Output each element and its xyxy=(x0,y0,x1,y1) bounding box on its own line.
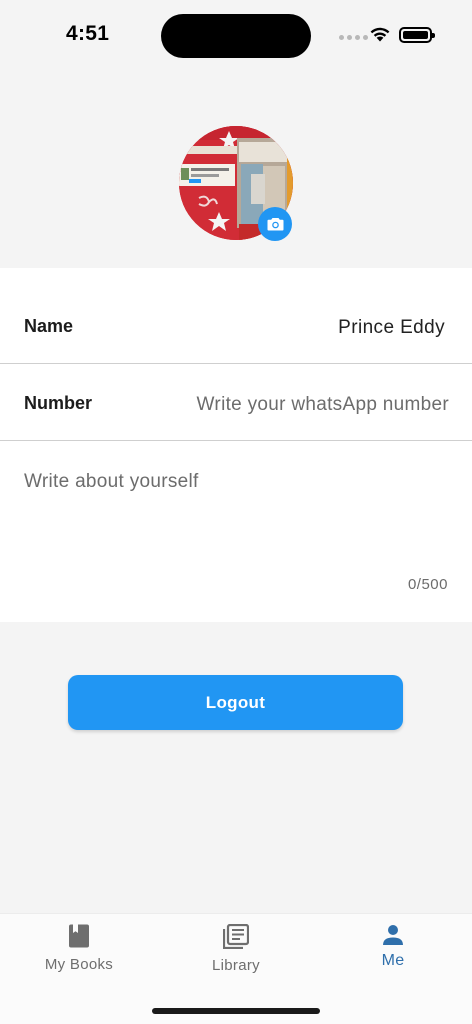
dynamic-island xyxy=(161,14,311,58)
home-indicator[interactable] xyxy=(152,1008,320,1014)
logout-button[interactable]: Logout xyxy=(68,675,403,730)
nav-item-me[interactable]: Me xyxy=(338,924,448,970)
camera-icon xyxy=(267,218,283,231)
change-photo-button[interactable] xyxy=(258,207,292,241)
whatsapp-number-input[interactable]: Write your whatsApp number xyxy=(197,394,449,416)
about-textarea[interactable]: Write about yourself xyxy=(24,471,199,493)
cellular-signal-icon xyxy=(339,35,368,40)
library-icon xyxy=(223,924,249,949)
nav-label-library: Library xyxy=(212,957,260,974)
character-counter: 0/500 xyxy=(407,576,448,593)
nav-item-library[interactable]: Library xyxy=(181,924,291,974)
status-bar: 4:51 xyxy=(0,0,472,72)
book-icon xyxy=(69,924,89,948)
number-label: Number xyxy=(24,393,93,413)
nav-label-me: Me xyxy=(381,952,405,969)
name-field[interactable]: Prince Eddy xyxy=(338,317,445,339)
name-label: Name xyxy=(24,316,74,336)
nav-item-my-books[interactable]: My Books xyxy=(24,924,134,973)
status-time: 4:51 xyxy=(66,22,110,45)
wifi-icon xyxy=(370,27,390,42)
battery-icon xyxy=(399,27,435,43)
nav-label-my-books: My Books xyxy=(44,956,114,973)
person-icon xyxy=(383,925,403,945)
